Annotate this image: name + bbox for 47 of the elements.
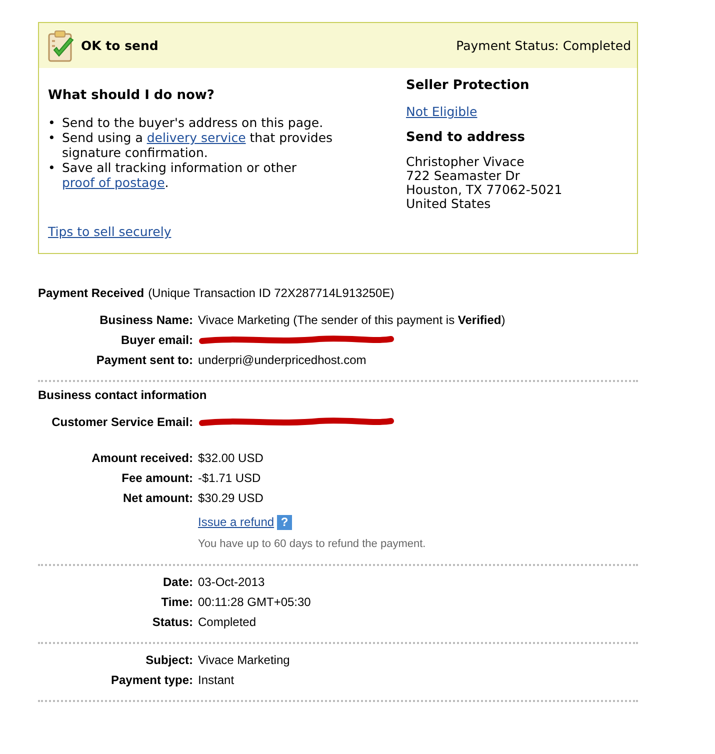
tips-link[interactable]: Tips to sell securely [48,224,172,239]
field-value: 03-Oct-2013 [198,575,265,589]
field-label: Payment type: [110,673,194,687]
payment-status: Payment Status: Completed [456,38,631,53]
section-note: (Unique Transaction ID 72X287714L913250E) [148,286,394,300]
bullet: • [48,130,56,147]
field-label: Customer Service Email: [50,415,194,429]
section-heading: Business contact information [38,388,207,402]
field-label: Date: [162,575,194,589]
field-label: Buyer email: [120,333,194,347]
field-value: underpri@underpricedhost.com [198,353,366,367]
refund-note: You have up to 60 days to refund the payment. [198,538,426,550]
field-label: Fee amount: [120,471,194,485]
bullet: • [48,160,56,177]
instruction-item: Save all tracking information or other proof of postage. [62,160,298,190]
address-line: Houston, TX 77062-5021 [406,183,564,197]
bullet: • [48,115,56,130]
field-value: Instant [198,673,234,687]
field-value: Vivace Marketing (The sender of this payment is Verified) [198,313,506,327]
field-value: $30.29 USD [198,491,264,505]
field-label: Payment sent to: [95,353,194,367]
field-label: Subject: [144,653,194,667]
address-heading: Send to address [406,130,526,145]
field-value: Vivace Marketing [198,653,290,667]
address-line: Christopher Vivace [406,155,526,169]
section-heading: Payment Received [38,286,144,300]
instruction-link[interactable]: delivery service [146,130,246,145]
field-value: Completed [198,615,256,629]
instruction-item: Send to the buyer's address on this page. [62,115,324,130]
field-value: -$1.71 USD [198,471,261,485]
field-label: Net amount: [122,491,194,505]
field-label: Amount received: [90,451,194,465]
address-line: United States [406,197,492,211]
field-label: Status: [151,615,194,629]
field-value: $32.00 USD [198,451,264,465]
field-label: Time: [160,595,194,609]
instruction-item: Send using a delivery service that provides signature confirmation. [62,130,334,160]
seller-protection-link[interactable]: Not Eligible [406,104,478,119]
field-label: Business Name: [98,313,194,327]
address-line: 722 Seamaster Dr [406,169,521,183]
seller-protection-heading: Seller Protection [406,78,530,93]
refund-link[interactable]: Issue a refund [198,515,274,529]
clipboard-check-icon [47,30,75,62]
instructions-heading: What should I do now? [48,88,216,103]
field-value: 00:11:28 GMT+05:30 [198,595,311,609]
status-title: OK to send [81,38,158,53]
instruction-link[interactable]: proof of postage [62,175,165,190]
